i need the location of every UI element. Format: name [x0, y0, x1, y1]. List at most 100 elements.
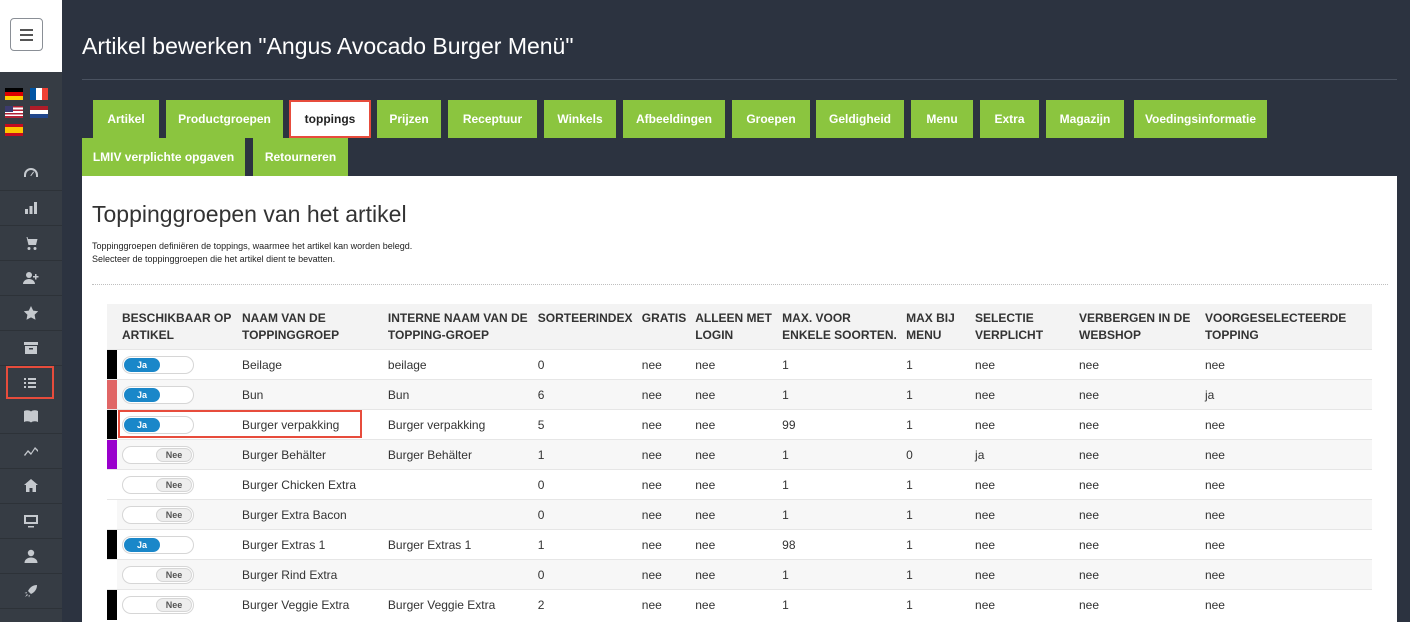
- nav-customers[interactable]: [0, 261, 62, 296]
- cell-sort: 1: [532, 529, 637, 560]
- tab-productgroepen[interactable]: Productgroepen: [166, 100, 283, 138]
- nav-home[interactable]: [0, 469, 62, 504]
- cell-name: Burger verpakking: [236, 409, 383, 440]
- row-color-marker: [107, 529, 117, 560]
- available-toggle[interactable]: Ja: [121, 355, 194, 374]
- cell-required: ja: [970, 439, 1074, 470]
- cell-gratis: nee: [636, 379, 691, 410]
- nav-trends[interactable]: [0, 434, 62, 469]
- cell-internal: Bun: [382, 379, 533, 410]
- cell-internal: Burger Veggie Extra: [382, 589, 533, 620]
- cell-login: nee: [690, 349, 778, 380]
- rocket-icon: [24, 585, 37, 598]
- tab-artikel[interactable]: Artikel: [93, 100, 159, 138]
- available-cell: Ja: [116, 379, 237, 410]
- flag-es-icon[interactable]: [5, 124, 23, 136]
- nav-dashboard[interactable]: [0, 156, 62, 191]
- nav-account[interactable]: [0, 539, 62, 574]
- table-row: Ja Bun Bun 6 nee nee 1 1 nee nee ja: [107, 379, 1372, 410]
- cell-max-menu: 1: [901, 469, 971, 500]
- cell-name: Burger Veggie Extra: [236, 589, 383, 620]
- table-body: Ja Beilage beilage 0 nee nee 1 1 nee nee nee Ja Bun B…: [107, 349, 1372, 620]
- tab-toppings[interactable]: toppings: [289, 100, 371, 138]
- sidebar: [0, 0, 62, 622]
- header-internal-name: INTERNE NAAM VAN DE TOPPING-GROEP: [382, 304, 533, 350]
- cell-preselected: nee: [1199, 559, 1372, 590]
- sidebar-nav: [0, 156, 62, 609]
- nav-favorites[interactable]: [0, 296, 62, 331]
- available-toggle[interactable]: Ja: [121, 535, 194, 554]
- tab-prijzen[interactable]: Prijzen: [377, 100, 441, 138]
- nav-statistics[interactable]: [0, 191, 62, 226]
- cell-sort: 6: [532, 379, 637, 410]
- nav-archive[interactable]: [0, 331, 62, 366]
- tab-receptuur[interactable]: Receptuur: [448, 100, 537, 138]
- cell-max-menu: 1: [901, 559, 971, 590]
- cell-login: nee: [690, 439, 778, 470]
- list-icon: [24, 377, 36, 388]
- cell-required: nee: [970, 409, 1074, 440]
- section-title: Toppinggroepen van het artikel: [92, 201, 407, 227]
- header-name: NAAM VAN DE TOPPINGGROEP: [236, 304, 383, 350]
- available-cell: Ja: [116, 349, 237, 380]
- cell-preselected: nee: [1199, 349, 1372, 380]
- menu-toggle-button[interactable]: [10, 18, 43, 51]
- chart-icon: [25, 202, 37, 214]
- cell-preselected: ja: [1199, 379, 1372, 410]
- description-line-2: Selecteer de toppinggroepen die het arti…: [92, 254, 336, 264]
- available-toggle[interactable]: Nee: [121, 565, 194, 584]
- nav-articles[interactable]: [6, 366, 54, 399]
- cell-sort: 1: [532, 439, 637, 470]
- cell-required: nee: [970, 589, 1074, 620]
- tab-winkels[interactable]: Winkels: [544, 100, 616, 138]
- available-toggle[interactable]: Nee: [121, 595, 194, 614]
- flag-us-icon[interactable]: [5, 106, 23, 118]
- book-icon: [24, 410, 38, 423]
- cell-hidden: nee: [1074, 439, 1200, 470]
- nav-orders[interactable]: [0, 226, 62, 261]
- cell-sort: 5: [532, 409, 637, 440]
- row-color-marker: [107, 409, 117, 440]
- nav-launch[interactable]: [0, 574, 62, 609]
- cell-gratis: nee: [636, 559, 691, 590]
- cell-name: Burger Extra Bacon: [236, 499, 383, 530]
- toggle-label: Nee: [155, 567, 192, 582]
- cart-icon: [24, 237, 38, 250]
- available-toggle[interactable]: Nee: [121, 445, 194, 464]
- cell-max-menu: 1: [901, 379, 971, 410]
- cell-internal: Burger Behälter: [382, 439, 533, 470]
- available-toggle[interactable]: Nee: [121, 475, 194, 494]
- row-color-marker: [107, 559, 117, 590]
- tab-extra[interactable]: Extra: [980, 100, 1039, 138]
- cell-max-single: 1: [777, 469, 902, 500]
- cell-required: nee: [970, 349, 1074, 380]
- flag-fr-icon[interactable]: [30, 88, 48, 100]
- tab-magazijn[interactable]: Magazijn: [1046, 100, 1124, 138]
- cell-login: nee: [690, 469, 778, 500]
- nav-screens[interactable]: [0, 504, 62, 539]
- tab-lmiv[interactable]: LMIV verplichte opgaven: [82, 138, 245, 176]
- cell-gratis: nee: [636, 499, 691, 530]
- header-gratis: GRATIS: [636, 304, 691, 350]
- cell-name: Burger Behälter: [236, 439, 383, 470]
- cell-required: nee: [970, 499, 1074, 530]
- flag-nl-icon[interactable]: [30, 106, 48, 118]
- available-toggle[interactable]: Ja: [121, 385, 194, 404]
- flag-de-icon[interactable]: [5, 88, 23, 100]
- tab-geldigheid[interactable]: Geldigheid: [816, 100, 904, 138]
- table-header-row: BESCHIKBAAR OP ARTIKEL NAAM VAN DE TOPPI…: [107, 304, 1372, 350]
- header-available: BESCHIKBAAR OP ARTIKEL: [116, 304, 237, 350]
- tab-retourneren[interactable]: Retourneren: [253, 138, 348, 176]
- cell-required: nee: [970, 529, 1074, 560]
- cell-max-menu: 1: [901, 529, 971, 560]
- tab-voedingsinformatie[interactable]: Voedingsinformatie: [1134, 100, 1267, 138]
- available-toggle[interactable]: Nee: [121, 505, 194, 524]
- available-toggle[interactable]: Ja: [121, 415, 194, 434]
- tab-afbeeldingen[interactable]: Afbeeldingen: [623, 100, 725, 138]
- cell-preselected: nee: [1199, 589, 1372, 620]
- tab-groepen[interactable]: Groepen: [732, 100, 810, 138]
- tab-menu[interactable]: Menu: [911, 100, 973, 138]
- toggle-label: Nee: [155, 507, 192, 522]
- nav-catalog[interactable]: [0, 399, 62, 434]
- cell-sort: 0: [532, 469, 637, 500]
